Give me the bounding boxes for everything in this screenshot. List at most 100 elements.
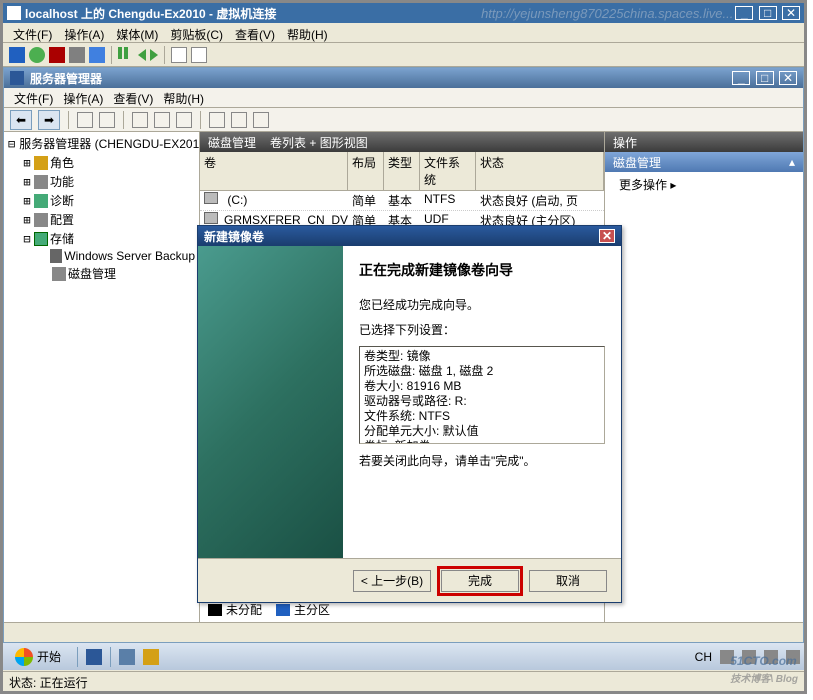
tree-storage[interactable]: ⊟存储 <box>4 229 199 248</box>
tree-diagnostics[interactable]: ⊞诊断 <box>4 191 199 210</box>
toolbar-icon-7[interactable] <box>231 112 247 128</box>
tray-network-icon[interactable] <box>764 650 778 664</box>
menu-file[interactable]: 文件(F) <box>9 25 56 40</box>
refresh-icon[interactable] <box>209 112 225 128</box>
nav-back-button[interactable]: ⬅ <box>10 110 32 130</box>
pause-icon[interactable] <box>118 47 134 63</box>
navigation-tree[interactable]: ⊟服务器管理器 (CHENGDU-EX2010) ⊞角色 ⊞功能 ⊞诊断 ⊞配置… <box>4 132 200 622</box>
sm-minimize-button[interactable]: _ <box>732 71 750 85</box>
actions-pane: 操作 磁盘管理▴ 更多操作 ▸ <box>605 132 803 622</box>
snapshot-icon[interactable] <box>171 47 187 63</box>
menu-action[interactable]: 操作(A) <box>60 25 108 40</box>
wizard-text-3: 若要关闭此向导，请单击"完成"。 <box>359 452 605 469</box>
wizard-settings-box[interactable]: 卷类型: 镜像 所选磁盘: 磁盘 1, 磁盘 2 卷大小: 81916 MB 驱… <box>359 346 605 444</box>
vm-titlebar: localhost 上的 Chengdu-Ex2010 - 虚拟机连接 http… <box>3 3 804 23</box>
sm-maximize-button[interactable]: □ <box>756 71 774 85</box>
sm-menubar: 文件(F) 操作(A) 查看(V) 帮助(H) <box>4 88 803 108</box>
legend-unallocated: 未分配 <box>226 601 262 618</box>
tray-volume-icon[interactable] <box>786 650 800 664</box>
tree-features[interactable]: ⊞功能 <box>4 172 199 191</box>
vm-toolbar <box>3 43 804 67</box>
legend-primary-icon <box>276 604 290 616</box>
toolbar-icon-5[interactable] <box>176 112 192 128</box>
col-layout[interactable]: 布局 <box>348 152 384 190</box>
vm-icon <box>7 6 21 20</box>
toolbar-icon-1[interactable] <box>77 112 93 128</box>
toolbar-icon-8[interactable] <box>253 112 269 128</box>
revert-icon[interactable] <box>191 47 207 63</box>
toolbar-icon-2[interactable] <box>99 112 115 128</box>
server-manager-icon <box>10 71 24 85</box>
tree-disk-mgmt[interactable]: 磁盘管理 <box>4 264 199 283</box>
language-indicator[interactable]: CH <box>695 650 712 664</box>
menu-media[interactable]: 媒体(M) <box>112 25 162 40</box>
col-filesystem[interactable]: 文件系统 <box>420 152 476 190</box>
legend-unallocated-icon <box>208 604 222 616</box>
finish-button[interactable]: 完成 <box>441 570 519 592</box>
start-label: 开始 <box>37 648 61 665</box>
save-icon[interactable] <box>89 47 105 63</box>
col-status[interactable]: 状态 <box>476 152 604 190</box>
sm-menu-file[interactable]: 文件(F) <box>14 90 53 105</box>
turn-off-icon[interactable] <box>49 47 65 63</box>
nav-forward-button[interactable]: ➡ <box>38 110 60 130</box>
more-actions[interactable]: 更多操作 ▸ <box>605 172 803 197</box>
collapse-icon[interactable]: ▴ <box>789 155 795 169</box>
start-button[interactable]: 开始 <box>7 646 69 668</box>
quicklaunch-explorer-icon[interactable] <box>119 649 135 665</box>
sm-title: 服务器管理器 <box>30 70 730 87</box>
new-mirror-volume-wizard: 新建镜像卷 ✕ 正在完成新建镜像卷向导 您已经成功完成向导。 已选择下列设置： … <box>197 225 622 603</box>
vm-menubar: 文件(F) 操作(A) 媒体(M) 剪贴板(C) 查看(V) 帮助(H) <box>3 23 804 43</box>
col-volume[interactable]: 卷 <box>200 152 348 190</box>
tree-wsb[interactable]: Windows Server Backup <box>4 248 199 264</box>
sm-toolbar: ⬅ ➡ <box>4 108 803 132</box>
toolbar-icon-4[interactable] <box>154 112 170 128</box>
cancel-button[interactable]: 取消 <box>529 570 607 592</box>
quicklaunch-server-manager-icon[interactable] <box>86 649 102 665</box>
sm-menu-action[interactable]: 操作(A) <box>63 90 103 105</box>
center-header-view: 卷列表 + 图形视图 <box>270 134 368 151</box>
volume-row[interactable]: (C:) 简单 基本 NTFS 状态良好 (启动, 页 <box>200 191 604 211</box>
actions-header: 操作 <box>605 132 803 152</box>
vm-status-bar: 状态: 正在运行 <box>3 671 804 691</box>
wizard-side-graphic <box>198 246 343 558</box>
tree-configuration[interactable]: ⊞配置 <box>4 210 199 229</box>
col-type[interactable]: 类型 <box>384 152 420 190</box>
menu-view[interactable]: 查看(V) <box>231 25 279 40</box>
taskbar: 开始 CH <box>3 642 804 670</box>
wizard-heading: 正在完成新建镜像卷向导 <box>359 260 605 280</box>
shutdown-icon[interactable] <box>69 47 85 63</box>
watermark-url: http://yejunsheng870225china.spaces.live… <box>481 6 733 21</box>
back-button[interactable]: < 上一步(B) <box>353 570 431 592</box>
sm-titlebar: 服务器管理器 _ □ ✕ <box>4 68 803 88</box>
wizard-text-2: 已选择下列设置： <box>359 321 605 338</box>
volume-icon <box>204 192 218 204</box>
maximize-button[interactable]: □ <box>759 6 777 20</box>
center-header: 磁盘管理 卷列表 + 图形视图 <box>200 132 604 152</box>
menu-help[interactable]: 帮助(H) <box>283 25 332 40</box>
sm-statusbar <box>4 622 803 642</box>
dvd-icon <box>204 212 218 224</box>
actions-sub-header: 磁盘管理▴ <box>605 152 803 172</box>
center-header-title: 磁盘管理 <box>208 134 256 151</box>
tree-root[interactable]: ⊟服务器管理器 (CHENGDU-EX2010) <box>4 134 199 153</box>
sm-menu-help[interactable]: 帮助(H) <box>163 90 204 105</box>
toolbar-icon-3[interactable] <box>132 112 148 128</box>
sm-close-button[interactable]: ✕ <box>779 71 797 85</box>
quicklaunch-folder-icon[interactable] <box>143 649 159 665</box>
tree-roles[interactable]: ⊞角色 <box>4 153 199 172</box>
start-icon[interactable] <box>29 47 45 63</box>
chevron-right-icon: ▸ <box>670 178 676 192</box>
reset-icon[interactable] <box>138 49 146 61</box>
minimize-button[interactable]: _ <box>735 6 753 20</box>
wizard-close-button[interactable]: ✕ <box>599 229 615 243</box>
wizard-text-1: 您已经成功完成向导。 <box>359 296 605 313</box>
tray-icon-2[interactable] <box>742 650 756 664</box>
volume-list-header: 卷 布局 类型 文件系统 状态 <box>200 152 604 191</box>
menu-clipboard[interactable]: 剪贴板(C) <box>166 25 227 40</box>
ctrl-alt-del-icon[interactable] <box>9 47 25 63</box>
close-button[interactable]: ✕ <box>782 6 800 20</box>
sm-menu-view[interactable]: 查看(V) <box>113 90 153 105</box>
play-icon[interactable] <box>150 49 158 61</box>
tray-icon-1[interactable] <box>720 650 734 664</box>
